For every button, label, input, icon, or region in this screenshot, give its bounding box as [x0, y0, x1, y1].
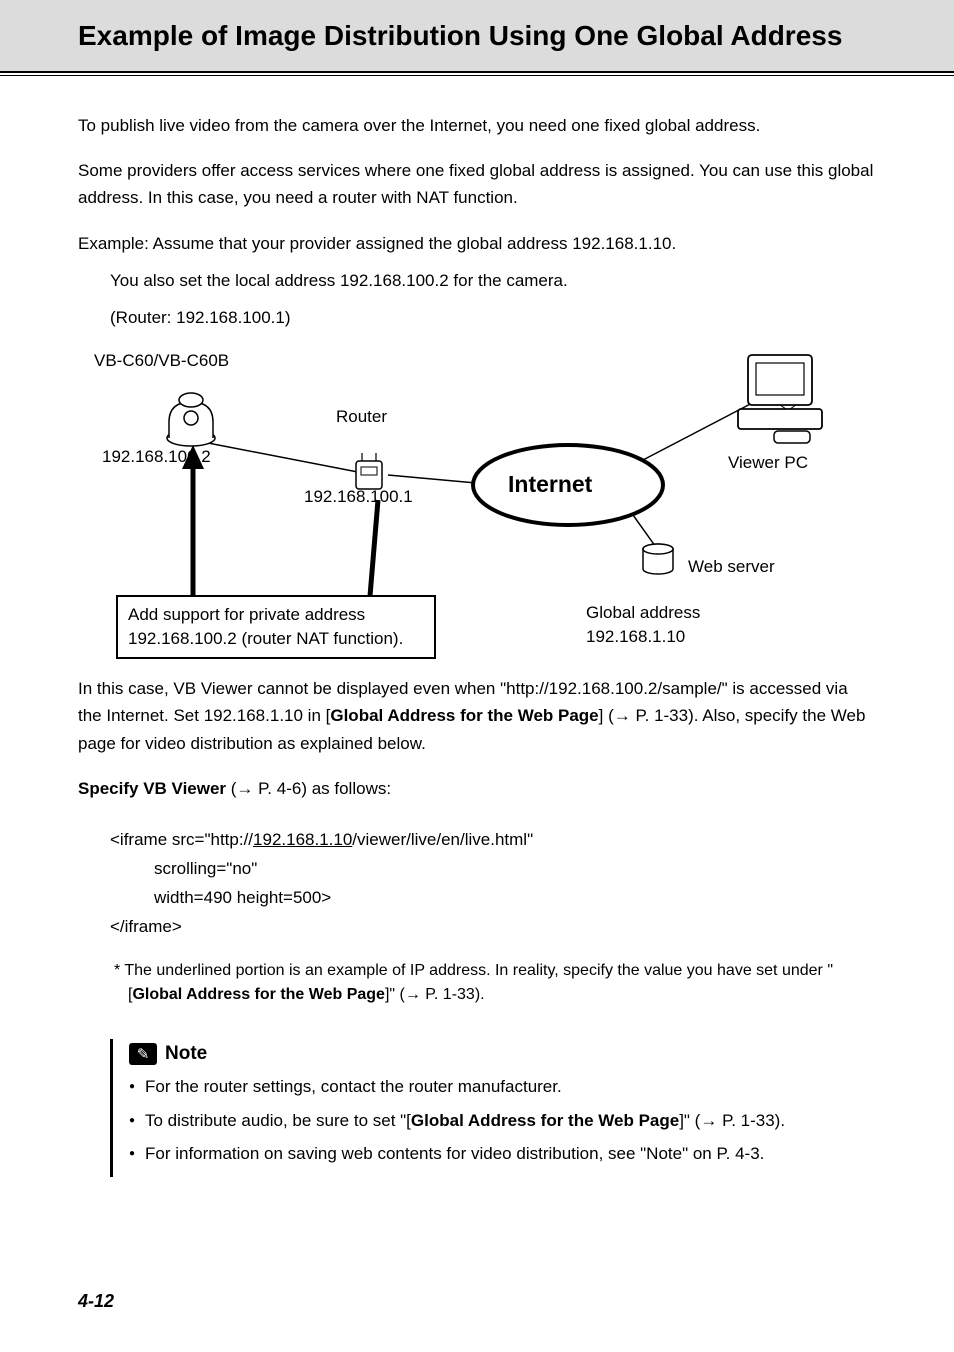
- specify-b: (→ P. 4-6) as follows:: [226, 779, 391, 798]
- note-item-1: For the router settings, contact the rou…: [129, 1073, 876, 1100]
- note-icon: [129, 1043, 157, 1065]
- web-server-label: Web server: [688, 557, 775, 577]
- header-band: Example of Image Distribution Using One …: [0, 0, 954, 71]
- specify-viewer-para: Specify VB Viewer (→ P. 4-6) as follows:: [78, 775, 876, 802]
- code-l3: width=490 height=500>: [110, 884, 876, 913]
- code-l1b: /viewer/live/en/live.html": [352, 830, 533, 849]
- intro-para-2: Some providers offer access services whe…: [78, 157, 876, 211]
- nat-note-l1: Add support for private address: [128, 605, 365, 624]
- router-label: Router: [336, 407, 387, 427]
- note-section: Note For the router settings, contact th…: [110, 1039, 876, 1177]
- camera-ip-label: 192.168.100.2: [102, 447, 211, 467]
- page-title: Example of Image Distribution Using One …: [78, 18, 876, 53]
- code-l2: scrolling="no": [110, 855, 876, 884]
- global-addr-l1: Global address: [586, 603, 700, 622]
- iframe-code-block: <iframe src="http://192.168.1.10/viewer/…: [110, 826, 876, 942]
- specify-a: Specify VB Viewer: [78, 779, 226, 798]
- intro-para-1: To publish live video from the camera ov…: [78, 112, 876, 139]
- viewer-pc-label: Viewer PC: [728, 453, 808, 473]
- asterisk-note: * The underlined portion is an example o…: [114, 959, 876, 1007]
- n2b: Global Address for the Web Page: [411, 1111, 679, 1130]
- internet-label: Internet: [508, 471, 592, 498]
- n2a: To distribute audio, be sure to set "[: [145, 1111, 411, 1130]
- note-item-3: For information on saving web contents f…: [129, 1140, 876, 1167]
- explain-para: In this case, VB Viewer cannot be displa…: [78, 675, 876, 757]
- router-ip-label: 192.168.100.1: [304, 487, 413, 507]
- nat-note-l2: 192.168.100.2 (router NAT function).: [128, 629, 403, 648]
- page-number: 4-12: [78, 1291, 114, 1312]
- code-l4: </iframe>: [110, 917, 182, 936]
- global-addr-label: Global address 192.168.1.10: [586, 601, 700, 649]
- code-l1-ip: 192.168.1.10: [253, 830, 352, 849]
- example-local-addr: You also set the local address 192.168.1…: [110, 267, 876, 294]
- global-addr-l2: 192.168.1.10: [586, 627, 685, 646]
- network-diagram: VB-C60/VB-C60B 192.168.100.2 Router 192.…: [78, 345, 878, 655]
- code-l1: <iframe src="http://192.168.1.10/viewer/…: [110, 830, 533, 849]
- nat-note-box: Add support for private address 192.168.…: [116, 595, 436, 659]
- camera-model-label: VB-C60/VB-C60B: [94, 351, 229, 371]
- ast-b: Global Address for the Web Page: [132, 986, 385, 1003]
- note-list: For the router settings, contact the rou…: [129, 1073, 876, 1167]
- note-item-2: To distribute audio, be sure to set "[Gl…: [129, 1107, 876, 1134]
- note-title-row: Note: [129, 1043, 876, 1065]
- note-title: Note: [165, 1043, 207, 1065]
- example-router-addr: (Router: 192.168.100.1): [110, 304, 876, 331]
- ast-c: ]" (→ P. 1-33).: [385, 986, 485, 1003]
- n2c: ]" (→ P. 1-33).: [679, 1111, 785, 1130]
- page-content: To publish live video from the camera ov…: [0, 76, 954, 1177]
- code-l1a: <iframe src="http://: [110, 830, 253, 849]
- explain-b: Global Address for the Web Page: [330, 706, 598, 725]
- example-intro: Example: Assume that your provider assig…: [78, 230, 876, 257]
